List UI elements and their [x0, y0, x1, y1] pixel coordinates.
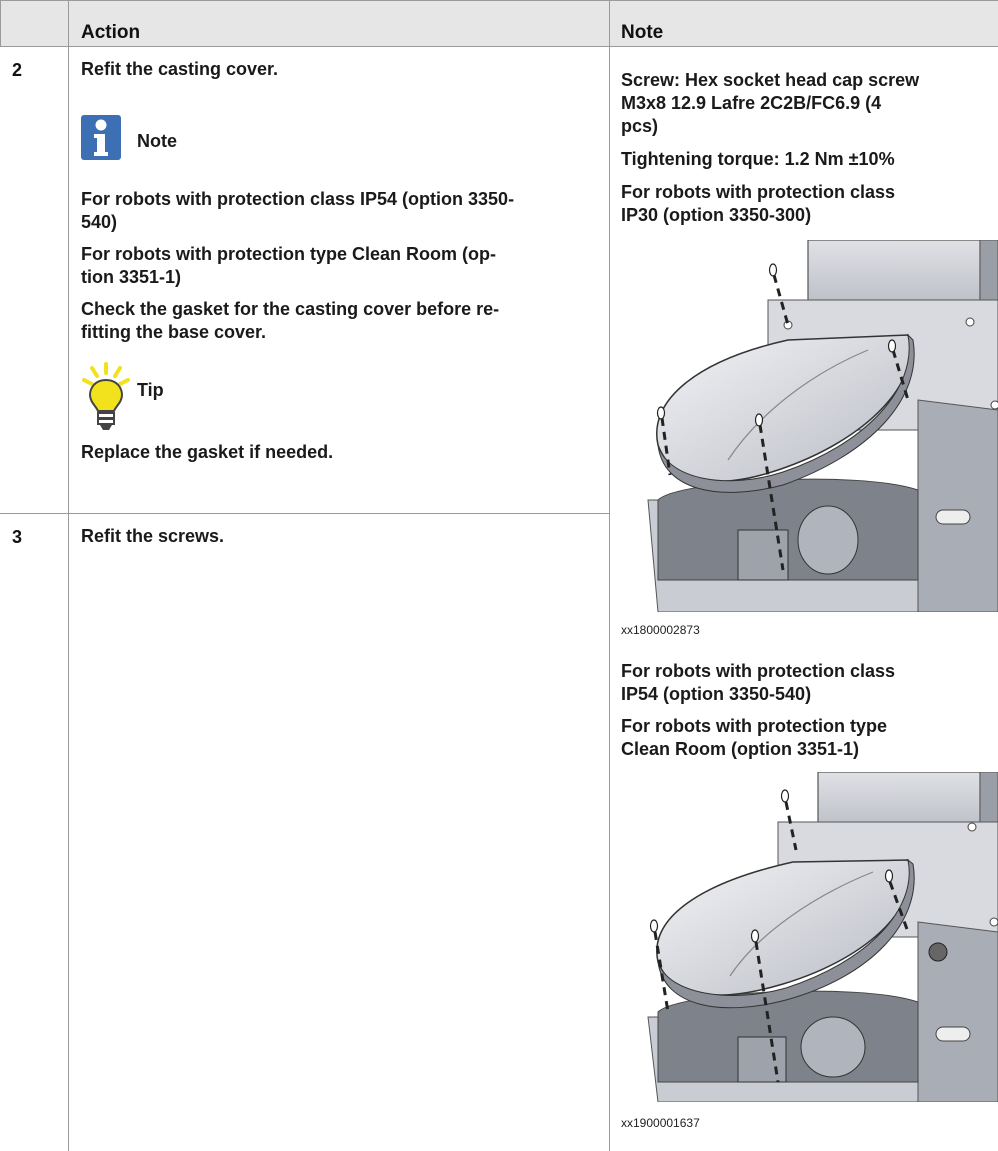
figure1-caption: xx1800002873: [621, 623, 700, 637]
clean-line-2: Clean Room (option 3351-1): [621, 739, 860, 759]
table-header: [0, 0, 998, 46]
clean-line-1: For robots with protection type: [621, 716, 887, 736]
note-line-1: For robots with protection class IP54 (o…: [81, 189, 515, 209]
screw-line-1: Screw: Hex socket head cap screw: [621, 70, 920, 90]
ip54-line-2: IP54 (option 3350-540): [621, 684, 812, 704]
note-line-3: For robots with protection type Clean Ro…: [81, 244, 496, 264]
left-rule: [0, 0, 1, 46]
header-note: Note: [621, 22, 664, 43]
lightbulb-icon: [78, 362, 134, 439]
tip-title: Tip: [137, 380, 164, 400]
step-number-3: 3: [12, 527, 23, 547]
tip-text: Replace the gasket if needed.: [81, 442, 334, 462]
robot-base-cover-figure-ip54: [618, 771, 998, 1107]
step-3-action: Refit the screws.: [81, 526, 225, 546]
note-line-5: Check the gasket for the casting cover b…: [81, 299, 500, 319]
note-line-4: tion 3351-1): [81, 267, 182, 287]
step-number-2: 2: [12, 60, 23, 80]
screw-line-2: M3x8 12.9 Lafre 2C2B/FC6.9 (4: [621, 93, 882, 113]
header-action: Action: [81, 22, 141, 43]
screw-line-3: pcs): [621, 116, 659, 136]
table-top-rule: [0, 0, 998, 1]
note-title: Note: [137, 131, 177, 151]
ip30-line-1: For robots with protection class: [621, 182, 896, 202]
ip30-line-2: IP30 (option 3350-300): [621, 205, 812, 225]
torque-text: Tightening torque: 1.2 Nm ±10%: [621, 149, 895, 169]
note-column-rule: [609, 0, 610, 1151]
ip54-line-1: For robots with protection class: [621, 661, 896, 681]
row-divider: [0, 513, 609, 514]
info-icon: [81, 115, 121, 160]
step-2-action: Refit the casting cover.: [81, 59, 279, 79]
header-bottom-rule: [0, 46, 998, 47]
figure2-caption: xx1900001637: [621, 1116, 700, 1130]
note-line-6: fitting the base cover.: [81, 322, 267, 342]
robot-base-cover-figure-ip30: [618, 239, 998, 617]
step-column-rule: [68, 0, 69, 1151]
note-line-2: 540): [81, 212, 118, 232]
